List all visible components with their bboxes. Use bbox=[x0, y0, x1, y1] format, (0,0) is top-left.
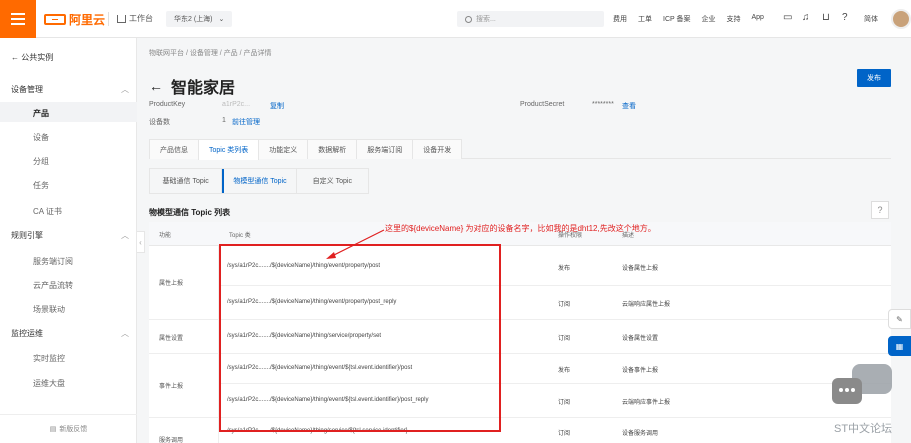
annotation-text: 这里的${deviceName} 为对应的设备名字，比如我的是dht12,先改这… bbox=[385, 224, 656, 233]
chat-icon[interactable] bbox=[832, 378, 862, 404]
annotation-arrow bbox=[326, 229, 385, 259]
watermark: ST中文论坛 bbox=[834, 423, 893, 435]
feedback-float-icon[interactable]: ✎ bbox=[888, 309, 911, 329]
apps-float-icon[interactable]: ▦ bbox=[888, 336, 911, 356]
